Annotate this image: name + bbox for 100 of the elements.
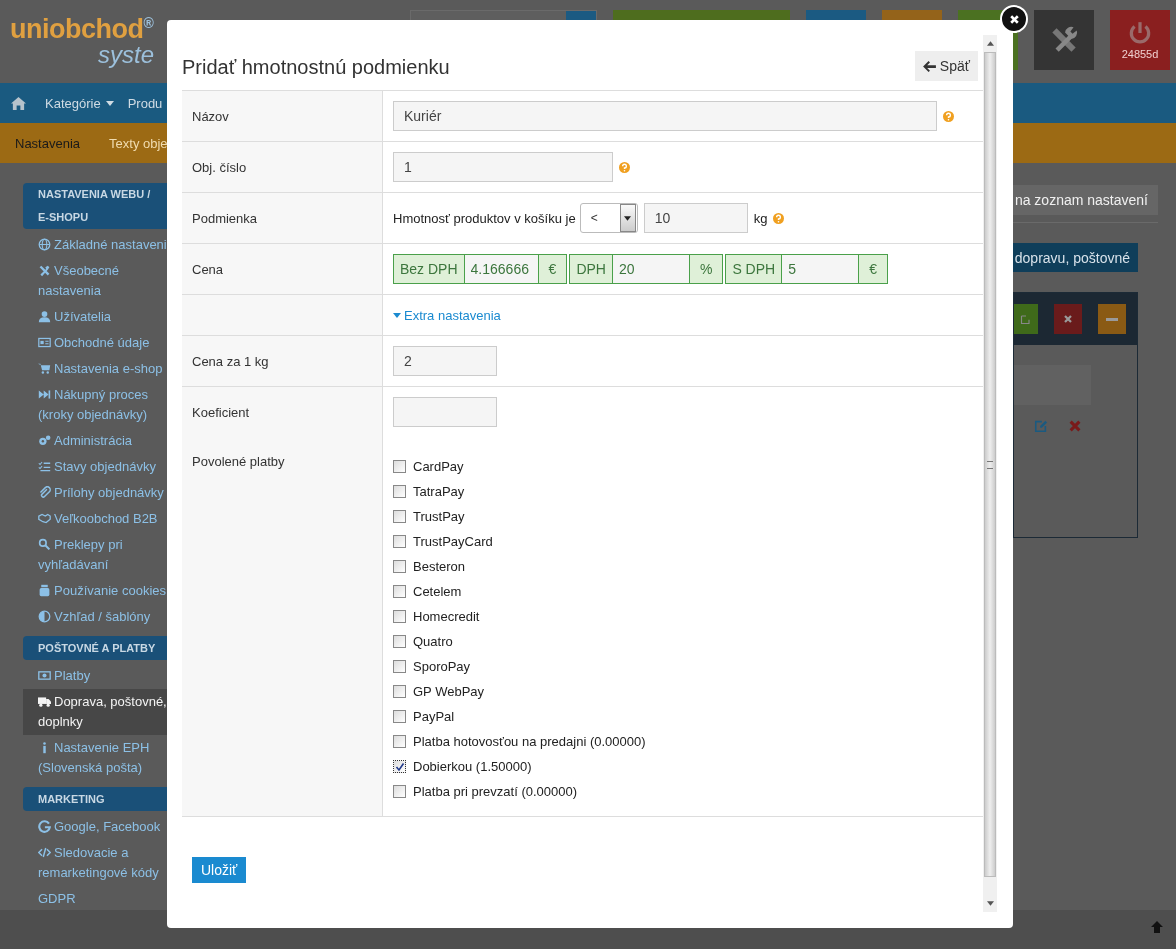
sidebar-item[interactable]: Prílohy objednávky bbox=[23, 480, 178, 506]
checkbox-label: PayPal bbox=[413, 709, 455, 724]
caret-icon bbox=[393, 312, 401, 318]
field-label: Názov bbox=[192, 108, 229, 124]
sidebar-item[interactable]: Obchodné údaje bbox=[23, 330, 178, 356]
help-icon[interactable] bbox=[619, 161, 630, 173]
checkbox-label: TatraPay bbox=[413, 484, 465, 499]
days-counter: 24855d bbox=[1121, 48, 1159, 60]
condition-text: Hmotnosť produktov v košíku je bbox=[393, 210, 576, 226]
back-button[interactable]: Späť bbox=[914, 51, 978, 81]
fast-forward-icon bbox=[38, 388, 51, 401]
paperclip-icon bbox=[38, 486, 51, 499]
sidebar-item[interactable]: Preklepy pri vyhľadávaní bbox=[23, 532, 178, 578]
gears-icon bbox=[38, 434, 51, 447]
text-field[interactable] bbox=[393, 397, 497, 427]
checkbox-label: Dobierkou (1.50000) bbox=[413, 759, 532, 774]
submenu-tab[interactable]: Nastavenia bbox=[15, 135, 81, 151]
sidebar-item[interactable]: Nákupný proces (kroky objednávky) bbox=[23, 382, 178, 428]
sidebar-item[interactable]: Všeobecné nastavenia bbox=[23, 258, 178, 304]
sidebar-item[interactable]: Používanie cookies bbox=[23, 578, 178, 604]
checkbox-label: Quatro bbox=[413, 634, 453, 649]
checkbox[interactable] bbox=[393, 585, 406, 598]
sidebar-item[interactable]: Nastavenia e-shop bbox=[23, 356, 178, 382]
checkbox-label: Platba pri prevzatí (0.00000) bbox=[413, 784, 578, 799]
banknote-icon bbox=[38, 669, 51, 682]
arrow-up-icon[interactable] bbox=[1150, 920, 1164, 934]
text-field[interactable]: Kuriér bbox=[393, 101, 937, 131]
checkbox-label: SporoPay bbox=[413, 659, 471, 674]
checkbox[interactable] bbox=[393, 485, 406, 498]
sidebar-item[interactable]: Vzhľad / šablóny bbox=[23, 604, 178, 630]
extra-settings-link[interactable]: Extra nastavenia bbox=[393, 307, 501, 323]
save-button[interactable]: Uložiť bbox=[192, 857, 247, 883]
text-field[interactable]: 1 bbox=[393, 152, 613, 182]
handshake-icon bbox=[38, 512, 51, 525]
text-field[interactable]: 2 bbox=[393, 346, 497, 376]
help-icon[interactable] bbox=[943, 110, 954, 122]
checklist-icon bbox=[38, 460, 51, 473]
add-shipping-button[interactable]: dopravu, poštovné bbox=[1013, 243, 1138, 272]
sidebar-item[interactable]: Nastavenie EPH (Slovenská pošta) bbox=[23, 735, 178, 781]
sidebar-item[interactable]: Stavy objednávky bbox=[23, 454, 178, 480]
sidebar-item[interactable]: Sledovacie a remarketingové kódy bbox=[23, 840, 178, 886]
scroll-down-icon[interactable] bbox=[986, 901, 994, 906]
dialog-title: Pridať hmotnostnú podmienku bbox=[182, 55, 450, 79]
field-label: Povolené platby bbox=[192, 454, 285, 469]
help-icon[interactable] bbox=[773, 212, 785, 224]
check-icon bbox=[394, 761, 405, 772]
submenu-tab[interactable]: Texty obje bbox=[109, 135, 168, 151]
checkbox[interactable] bbox=[393, 535, 406, 548]
field-label: Obj. číslo bbox=[192, 159, 247, 175]
checkbox[interactable] bbox=[393, 510, 406, 523]
minus-icon bbox=[1105, 317, 1119, 321]
checkbox[interactable] bbox=[393, 710, 406, 723]
checkbox[interactable] bbox=[393, 785, 406, 798]
dropdown-arrow-icon bbox=[624, 215, 632, 221]
cart-icon bbox=[38, 362, 51, 375]
checkbox[interactable] bbox=[393, 560, 406, 573]
home-icon[interactable] bbox=[11, 95, 26, 111]
close-icon bbox=[1062, 313, 1074, 325]
user-icon bbox=[38, 310, 51, 323]
checkbox-label: Platba hotovosťou na predajni (0.00000) bbox=[413, 734, 646, 749]
checkbox[interactable] bbox=[393, 735, 406, 748]
half-circle-icon bbox=[38, 610, 51, 623]
tools-button[interactable] bbox=[1034, 10, 1094, 70]
checkbox[interactable] bbox=[393, 460, 406, 473]
menu-item[interactable]: Kategórie bbox=[45, 95, 114, 111]
checkbox-label: Homecredit bbox=[413, 609, 480, 624]
field-label: Koeficient bbox=[192, 404, 250, 420]
checkbox-label: GP WebPay bbox=[413, 684, 485, 699]
collapse-button[interactable] bbox=[1098, 304, 1126, 334]
weight-field[interactable]: 10 bbox=[643, 203, 748, 233]
scroll-up-icon[interactable] bbox=[986, 41, 994, 46]
sidebar-item[interactable]: Google, Facebook bbox=[23, 814, 178, 840]
checkbox[interactable] bbox=[393, 610, 406, 623]
checkbox[interactable] bbox=[393, 635, 406, 648]
sidebar-item[interactable]: Užívatelia bbox=[23, 304, 178, 330]
magnifier-icon bbox=[38, 538, 51, 551]
logo-subtitle: syste bbox=[98, 44, 154, 66]
sidebar-item[interactable]: Administrácia bbox=[23, 428, 178, 454]
arrow-left-icon bbox=[922, 60, 936, 72]
delete-button[interactable] bbox=[1054, 304, 1082, 334]
logo-text: uniobchod$^{®}$ bbox=[10, 13, 154, 44]
checkbox[interactable] bbox=[393, 685, 406, 698]
field-label: Cena za 1 kg bbox=[192, 353, 269, 369]
globe-icon bbox=[38, 238, 51, 251]
power-button[interactable]: 24855d bbox=[1110, 10, 1170, 70]
power-icon bbox=[1127, 20, 1153, 46]
scrollbar[interactable] bbox=[983, 35, 997, 912]
sidebar-item[interactable]: Platby bbox=[23, 663, 178, 689]
checkbox-label: Besteron bbox=[413, 559, 466, 574]
edit-icon bbox=[1020, 313, 1032, 325]
checkbox-label: TrustPayCard bbox=[413, 534, 493, 549]
sidebar-item[interactable]: Základné nastaveni bbox=[23, 232, 178, 258]
jar-icon bbox=[38, 584, 51, 597]
back-to-list-button[interactable]: na zoznam nastavení bbox=[1013, 185, 1158, 215]
checkbox-label: CardPay bbox=[413, 459, 464, 474]
operator-dropdown[interactable]: < bbox=[579, 203, 638, 233]
checkbox[interactable] bbox=[393, 760, 406, 773]
sidebar-item[interactable]: Veľkoobchod B2B bbox=[23, 506, 178, 532]
checkbox[interactable] bbox=[393, 660, 406, 673]
menu-item[interactable]: Produ bbox=[127, 95, 163, 111]
